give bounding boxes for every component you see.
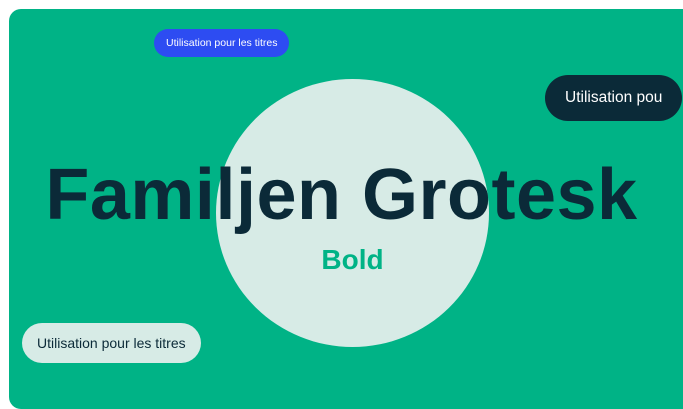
usage-tag-blue: Utilisation pour les titres [154,29,290,57]
usage-tag-blue-label: Utilisation pour les titres [166,37,278,49]
usage-tag-light-label: Utilisation pour les titres [37,335,186,351]
usage-tag-dark-label: Utilisation pou [565,89,663,106]
font-name-title: Familjen Grotesk [45,155,638,235]
usage-tag-light: Utilisation pour les titres [22,323,201,363]
font-weight-label: Bold [321,244,384,275]
usage-tag-dark: Utilisation pou [545,75,683,121]
